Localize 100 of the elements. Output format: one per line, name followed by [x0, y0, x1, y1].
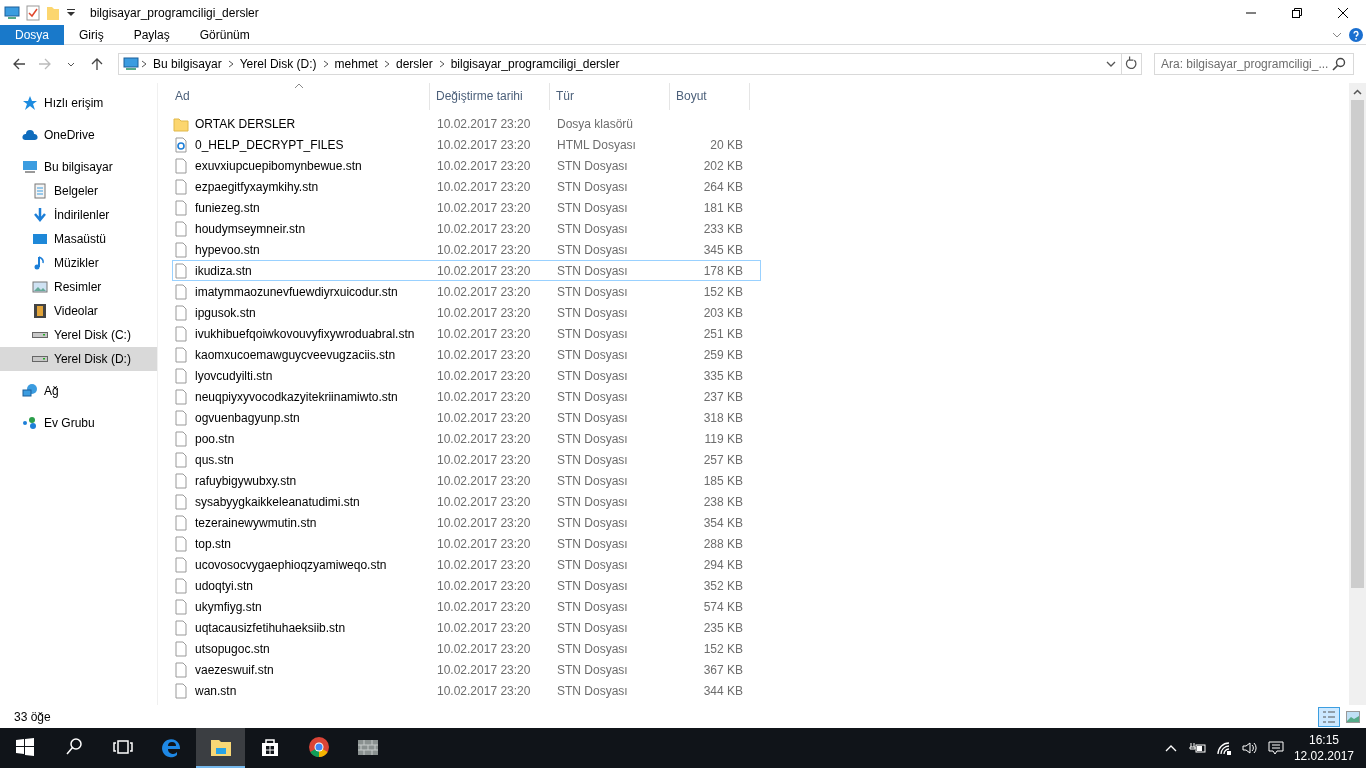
date-cell-text: 10.02.2017 23:20 [436, 535, 532, 553]
file-icon [173, 619, 189, 636]
item-count: 33 öğe [14, 708, 51, 726]
sidebar-item[interactable]: Ev Grubu [0, 411, 157, 435]
file-row[interactable]: exuvxiupcuepibomynbewue.stn 10.02.2017 23:20 STN Dosyası 202 KB [172, 155, 761, 176]
breadcrumb-item[interactable]: mehmet [330, 55, 382, 73]
file-row[interactable]: ORTAK DERSLER 10.02.2017 23:20 Dosya klasörü [172, 113, 761, 134]
column-header[interactable]: Değiştirme tarihi [430, 83, 550, 110]
ribbon-tab[interactable]: Dosya [0, 25, 64, 45]
breadcrumb-item[interactable]: Yerel Disk (D:) [235, 55, 321, 73]
up-icon [90, 57, 104, 71]
ribbon-tab[interactable]: Görünüm [184, 25, 265, 45]
sidebar-item[interactable]: Bu bilgisayar [0, 155, 157, 179]
details-view-button[interactable] [1318, 706, 1340, 727]
sidebar-item[interactable]: OneDrive [0, 123, 157, 147]
help-icon[interactable] [1349, 27, 1363, 42]
dropdown-icon[interactable] [66, 7, 76, 18]
file-row[interactable]: ivukhibuefqoiwkovouvyfixywroduabral.stn 10.02.2017 23:20 STN Dosyası 251 KB [172, 323, 761, 344]
file-row[interactable]: utsopugoc.stn 10.02.2017 23:20 STN Dosyası 152 KB [172, 638, 761, 659]
file-name: udoqtyi.stn [195, 577, 254, 595]
file-row[interactable]: 0_HELP_DECRYPT_FILES 10.02.2017 23:20 HTML Dosyası 20 KB [172, 134, 761, 155]
sidebar-item[interactable]: Belgeler [0, 179, 157, 203]
browser-icon [306, 735, 331, 759]
breadcrumb-item[interactable]: bilgisayar_programciligi_dersler [446, 55, 624, 73]
file-row[interactable]: poo.stn 10.02.2017 23:20 STN Dosyası 119 KB [172, 428, 761, 449]
sidebar-item[interactable]: Ağ [0, 379, 157, 403]
file-row[interactable]: funiezeg.stn 10.02.2017 23:20 STN Dosyası 181 KB [172, 197, 761, 218]
file-row[interactable]: udoqtyi.stn 10.02.2017 23:20 STN Dosyası 352 KB [172, 575, 761, 596]
window-title: bilgisayar_programciligi_dersler [90, 4, 259, 22]
sidebar-item[interactable]: Yerel Disk (C:) [0, 323, 157, 347]
computer-icon[interactable] [4, 4, 20, 21]
file-name: 0_HELP_DECRYPT_FILES [195, 136, 344, 154]
file-row[interactable]: rafuybigywubxy.stn 10.02.2017 23:20 STN Dosyası 185 KB [172, 470, 761, 491]
type-cell-text: STN Dosyası [556, 682, 629, 700]
date-cell-text: 10.02.2017 23:20 [436, 514, 532, 532]
file-row[interactable]: kaomxucoemawguycveevugzaciis.stn 10.02.2017 23:20 STN Dosyası 259 KB [172, 344, 761, 365]
file-row[interactable]: ucovosocvygaephioqzyamiweqo.stn 10.02.2017 23:20 STN Dosyası 294 KB [172, 554, 761, 575]
search-field[interactable]: Ara: bilgisayar_programciligi_... [1154, 53, 1354, 75]
type-cell-text: STN Dosyası [556, 262, 629, 280]
battery-icon[interactable] [1187, 741, 1206, 755]
file-row[interactable]: wan.stn 10.02.2017 23:20 STN Dosyası 344 KB [172, 680, 761, 701]
sidebar-item[interactable]: Hızlı erişim [0, 91, 157, 115]
sidebar-item[interactable]: Müzikler [0, 251, 157, 275]
file-icon [173, 661, 189, 678]
file-name: ikudiza.stn [195, 262, 252, 280]
type-cell-text: STN Dosyası [556, 493, 629, 511]
close-icon [1338, 7, 1348, 18]
file-row[interactable]: ezpaegitfyxaymkihy.stn 10.02.2017 23:20 STN Dosyası 264 KB [172, 176, 761, 197]
file-icon [173, 514, 189, 531]
file-row[interactable]: ukymfiyg.stn 10.02.2017 23:20 STN Dosyası 574 KB [172, 596, 761, 617]
file-name: tezerainewywmutin.stn [195, 514, 317, 532]
ribbon-tab[interactable]: Paylaş [118, 25, 185, 45]
file-name: ogvuenbagyunp.stn [195, 409, 300, 427]
sidebar-item[interactable]: Videolar [0, 299, 157, 323]
sidebar-item[interactable]: Resimler [0, 275, 157, 299]
address-bar[interactable]: Bu bilgisayar Yerel Disk (D:) mehmet dersler bilgisayar_programciligi_dersler [118, 53, 1142, 75]
type-cell-text: STN Dosyası [556, 661, 629, 679]
file-icon [173, 409, 189, 426]
sidebar-item[interactable]: İndirilenler [0, 203, 157, 227]
file-icon [173, 304, 189, 321]
cloud-icon [22, 127, 38, 143]
notification-icon[interactable] [1267, 740, 1284, 756]
back-icon [12, 57, 26, 71]
taskbar-app[interactable] [196, 728, 245, 768]
size-cell: 335 KB [703, 368, 743, 383]
file-row[interactable]: tezerainewywmutin.stn 10.02.2017 23:20 STN Dosyası 354 KB [172, 512, 761, 533]
file-name: kaomxucoemawguycveevugzaciis.stn [195, 346, 396, 364]
file-row[interactable]: uqtacausizfetihuhaeksiib.stn 10.02.2017 23:20 STN Dosyası 235 KB [172, 617, 761, 638]
date-cell-text: 10.02.2017 23:20 [436, 682, 532, 700]
scroll-thumb[interactable] [1351, 100, 1364, 588]
file-row[interactable]: sysabyygkaikkeleanatudimi.stn 10.02.2017 23:20 STN Dosyası 238 KB [172, 491, 761, 512]
file-row[interactable]: neuqpiyxyvocodkazyitekriinamiwto.stn 10.02.2017 23:20 STN Dosyası 237 KB [172, 386, 761, 407]
ribbon-tab[interactable]: Giriş [64, 25, 119, 45]
file-row[interactable]: top.stn 10.02.2017 23:20 STN Dosyası 288 KB [172, 533, 761, 554]
file-row[interactable]: ipgusok.stn 10.02.2017 23:20 STN Dosyası 203 KB [172, 302, 761, 323]
file-row[interactable]: lyovcudyilti.stn 10.02.2017 23:20 STN Dosyası 335 KB [172, 365, 761, 386]
clipboard-icon[interactable] [26, 4, 40, 21]
file-row[interactable]: vaezeswuif.stn 10.02.2017 23:20 STN Dosyası 367 KB [172, 659, 761, 680]
size-cell: 259 KB [703, 347, 743, 362]
size-cell: 203 KB [703, 305, 743, 320]
sidebar-item[interactable]: Yerel Disk (D:) [0, 347, 157, 371]
file-name: utsopugoc.stn [195, 640, 270, 658]
file-name: vaezeswuif.stn [195, 661, 274, 679]
column-header[interactable]: Boyut [670, 83, 750, 110]
sidebar-item[interactable]: Masaüstü [0, 227, 157, 251]
speaker-icon[interactable] [1241, 741, 1258, 755]
file-row[interactable]: houdymseymneir.stn 10.02.2017 23:20 STN Dosyası 233 KB [172, 218, 761, 239]
scrollbar[interactable] [1349, 83, 1366, 705]
file-row[interactable]: ogvuenbagyunp.stn 10.02.2017 23:20 STN Dosyası 318 KB [172, 407, 761, 428]
file-row[interactable]: imatymmaozunevfuewdiyrxuicodur.stn 10.02.2017 23:20 STN Dosyası 152 KB [172, 281, 761, 302]
file-row[interactable]: hypevoo.stn 10.02.2017 23:20 STN Dosyası 345 KB [172, 239, 761, 260]
wifi-icon[interactable] [1215, 741, 1232, 755]
column-header[interactable]: Tür [550, 83, 670, 110]
column-header[interactable]: Ad [158, 83, 430, 110]
breadcrumb-item[interactable]: Bu bilgisayar [149, 55, 226, 73]
breadcrumb-item[interactable]: dersler [391, 55, 437, 73]
file-row[interactable]: ikudiza.stn 10.02.2017 23:20 STN Dosyası 178 KB [172, 260, 761, 281]
file-row[interactable]: qus.stn 10.02.2017 23:20 STN Dosyası 257 KB [172, 449, 761, 470]
size-cell: 318 KB [703, 410, 743, 425]
group-icon [22, 415, 38, 431]
